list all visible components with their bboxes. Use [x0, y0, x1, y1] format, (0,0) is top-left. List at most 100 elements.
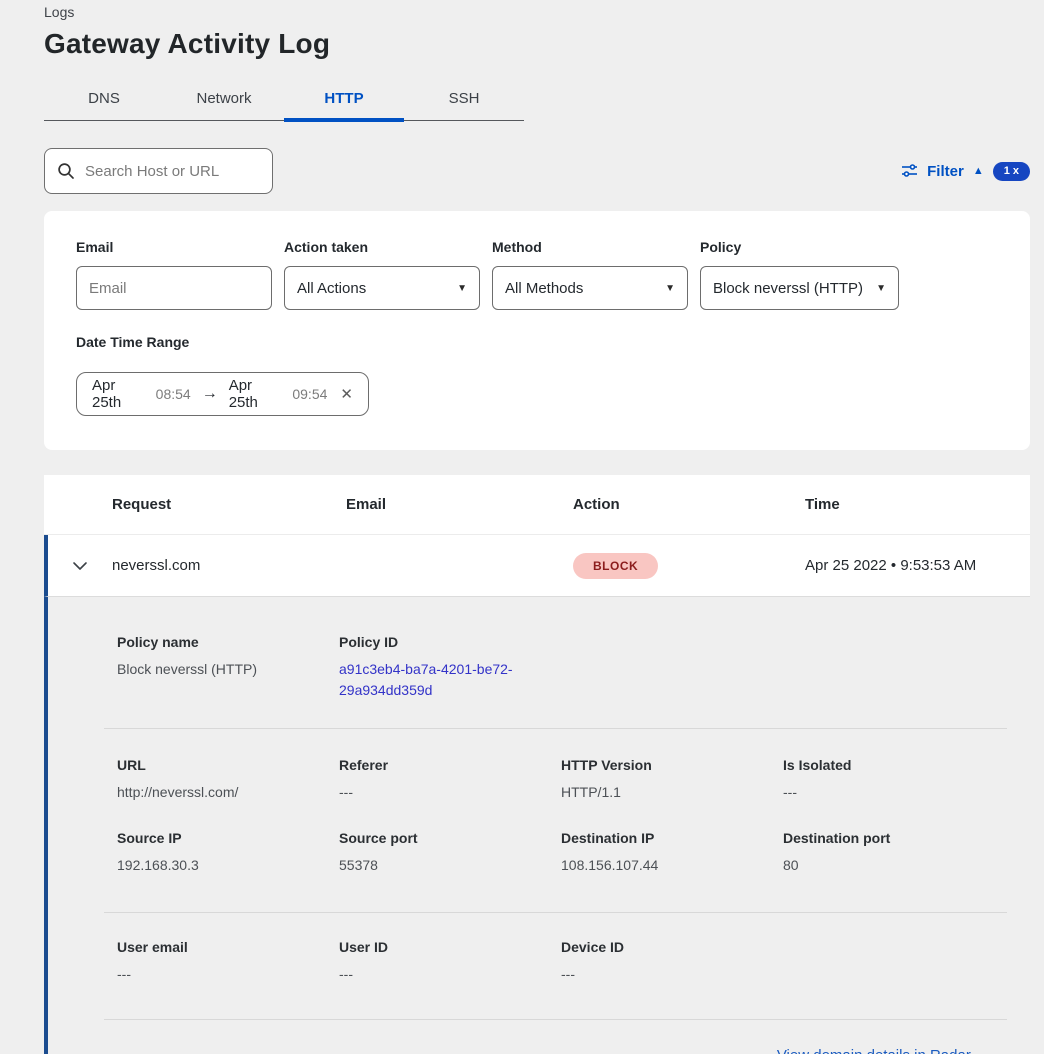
destination-ip-value: 108.156.107.44 — [561, 855, 783, 876]
referer-field: Referer --- — [339, 757, 561, 803]
column-header-email: Email — [346, 496, 573, 513]
source-ip-field: Source IP 192.168.30.3 — [117, 830, 339, 876]
is-isolated-field: Is Isolated --- — [783, 757, 1007, 803]
tab-network[interactable]: Network — [164, 82, 284, 120]
source-port-label: Source port — [339, 830, 561, 846]
action-taken-select[interactable]: All Actions ▼ — [284, 266, 480, 310]
policy-select[interactable]: Block neverssl (HTTP) ▼ — [700, 266, 899, 310]
source-ip-value: 192.168.30.3 — [117, 855, 339, 876]
device-id-value: --- — [561, 964, 783, 985]
device-id-field: Device ID --- — [561, 939, 783, 985]
close-icon[interactable]: ✕ — [340, 385, 353, 403]
table-header-row: Request Email Action Time — [44, 475, 1030, 535]
policy-id-field: Policy ID a91c3eb4-ba7a-4201-be72-29a934… — [339, 634, 561, 701]
search-filter-row: Filter ▲ 1 x — [44, 148, 1030, 194]
dropdown-caret-icon: ▼ — [876, 283, 886, 294]
http-version-field: HTTP Version HTTP/1.1 — [561, 757, 783, 803]
search-box[interactable] — [44, 148, 273, 194]
source-ip-label: Source IP — [117, 830, 339, 846]
url-label: URL — [117, 757, 339, 773]
policy-id-label: Policy ID — [339, 634, 561, 650]
date-range-picker[interactable]: Apr 25th 08:54 → Apr 25th 09:54 ✕ — [76, 372, 369, 416]
gateway-activity-log-page: Logs Gateway Activity Log DNS Network HT… — [0, 0, 1044, 1054]
user-id-label: User ID — [339, 939, 561, 955]
filter-panel: Email Action taken All Actions ▼ Method … — [44, 211, 1030, 450]
tab-http[interactable]: HTTP — [284, 82, 404, 120]
url-section: URL http://neverssl.com/ Referer --- HTT… — [117, 729, 1007, 803]
expanded-row-details: Policy name Block neverssl (HTTP) Policy… — [44, 596, 1030, 1054]
row-time-value: Apr 25 2022 • 9:53:53 AM — [805, 557, 1030, 574]
filter-count-badge[interactable]: 1 x — [993, 162, 1030, 181]
user-id-value: --- — [339, 964, 561, 985]
search-icon — [57, 162, 75, 180]
referer-value: --- — [339, 782, 561, 803]
policy-name-field: Policy name Block neverssl (HTTP) — [117, 634, 339, 701]
table-row[interactable]: neverssl.com BLOCK Apr 25 2022 • 9:53:53… — [44, 535, 1030, 596]
tab-dns[interactable]: DNS — [44, 82, 164, 120]
policy-name-value: Block neverssl (HTTP) — [117, 659, 339, 680]
range-end-date[interactable]: Apr 25th — [229, 377, 282, 411]
action-taken-label: Action taken — [284, 239, 480, 255]
url-value: http://neverssl.com/ — [117, 782, 339, 803]
range-end-time[interactable]: 09:54 — [292, 386, 327, 402]
method-label: Method — [492, 239, 688, 255]
radar-link-row: View domain details in Radar → — [117, 1020, 1007, 1054]
destination-port-value: 80 — [783, 855, 1007, 876]
policy-field: Policy Block neverssl (HTTP) ▼ — [700, 239, 899, 310]
column-header-request: Request — [112, 496, 346, 513]
action-taken-field: Action taken All Actions ▼ — [284, 239, 480, 310]
page-title: Gateway Activity Log — [44, 28, 1044, 60]
date-time-range-label: Date Time Range — [76, 334, 998, 350]
date-time-range-field: Date Time Range Apr 25th 08:54 → Apr 25t… — [76, 334, 998, 416]
method-field: Method All Methods ▼ — [492, 239, 688, 310]
url-field: URL http://neverssl.com/ — [117, 757, 339, 803]
row-request-value: neverssl.com — [112, 557, 346, 574]
chevron-down-icon[interactable] — [48, 561, 112, 571]
device-id-label: Device ID — [561, 939, 783, 955]
user-email-label: User email — [117, 939, 339, 955]
method-value: All Methods — [505, 280, 583, 297]
dropdown-caret-icon: ▼ — [665, 283, 675, 294]
filter-icon — [901, 163, 918, 179]
status-badge: BLOCK — [573, 553, 658, 579]
breadcrumb[interactable]: Logs — [44, 4, 1044, 20]
user-email-field: User email --- — [117, 939, 339, 985]
activity-log-table: Request Email Action Time neverssl.com B… — [44, 475, 1030, 1054]
filter-button-label[interactable]: Filter — [927, 163, 964, 180]
policy-section: Policy name Block neverssl (HTTP) Policy… — [117, 597, 1007, 728]
log-type-tabs: DNS Network HTTP SSH — [44, 82, 524, 121]
tab-ssh[interactable]: SSH — [404, 82, 524, 120]
email-filter-label: Email — [76, 239, 272, 255]
policy-id-link[interactable]: a91c3eb4-ba7a-4201-be72-29a934dd359d — [339, 659, 531, 701]
email-filter-input[interactable] — [76, 266, 272, 310]
policy-label: Policy — [700, 239, 899, 255]
http-version-label: HTTP Version — [561, 757, 783, 773]
user-id-field: User ID --- — [339, 939, 561, 985]
destination-port-field: Destination port 80 — [783, 830, 1007, 876]
arrow-right-icon: → — [202, 385, 218, 403]
policy-name-label: Policy name — [117, 634, 339, 650]
destination-ip-label: Destination IP — [561, 830, 783, 846]
radar-link[interactable]: View domain details in Radar → — [777, 1047, 990, 1054]
action-taken-value: All Actions — [297, 280, 366, 297]
range-start-time[interactable]: 08:54 — [156, 386, 191, 402]
destination-port-label: Destination port — [783, 830, 1007, 846]
policy-value: Block neverssl (HTTP) — [713, 280, 863, 297]
range-start-date[interactable]: Apr 25th — [92, 377, 145, 411]
column-header-action: Action — [573, 496, 805, 513]
filter-controls[interactable]: Filter ▲ 1 x — [901, 162, 1030, 181]
search-input[interactable] — [85, 163, 284, 180]
dropdown-caret-icon: ▼ — [457, 283, 467, 294]
caret-up-icon: ▲ — [973, 166, 984, 177]
source-port-value: 55378 — [339, 855, 561, 876]
user-section: User email --- User ID --- Device ID --- — [117, 913, 1007, 1019]
user-email-value: --- — [117, 964, 339, 985]
method-select[interactable]: All Methods ▼ — [492, 266, 688, 310]
source-port-field: Source port 55378 — [339, 830, 561, 876]
email-filter-field: Email — [76, 239, 272, 310]
is-isolated-label: Is Isolated — [783, 757, 1007, 773]
source-destination-section: Source IP 192.168.30.3 Source port 55378… — [117, 803, 1007, 912]
referer-label: Referer — [339, 757, 561, 773]
column-header-time: Time — [805, 496, 1030, 513]
destination-ip-field: Destination IP 108.156.107.44 — [561, 830, 783, 876]
